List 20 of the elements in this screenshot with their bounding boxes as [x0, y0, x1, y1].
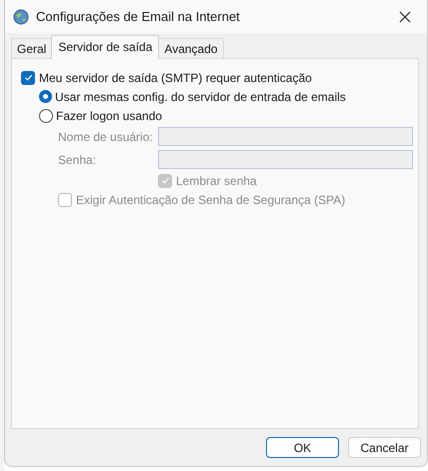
tab[interactable]: Geral: [11, 38, 52, 58]
checkbox[interactable]: [21, 70, 35, 84]
tab[interactable]: Servidor de saída: [51, 35, 160, 59]
dialog-button[interactable]: Cancelar: [348, 437, 421, 458]
window-title: Configurações de Email na Internet: [36, 9, 240, 24]
field-label: Nome de usuário:: [58, 130, 154, 144]
dialog-button[interactable]: OK: [266, 437, 339, 458]
checkbox-label: Exigir Autenticação de Senha de Segurança (SPA): [76, 192, 346, 206]
check-icon: [160, 176, 170, 185]
radio-button[interactable]: [39, 90, 52, 103]
close-icon: [399, 10, 411, 22]
checkbox-label: Lembrar senha: [176, 174, 257, 188]
radio-label: Fazer logon usando: [56, 108, 162, 122]
globe-icon: [13, 8, 29, 24]
field-label: Senha:: [58, 152, 98, 166]
check-icon: [24, 73, 32, 82]
radio-button[interactable]: [39, 108, 53, 122]
checkbox-label: Meu servidor de saída (SMTP) requer autenticação: [39, 70, 312, 84]
radio-label: Usar mesmas config. do servidor de entrada de emails: [55, 90, 346, 104]
tab[interactable]: Avançado: [158, 38, 224, 58]
